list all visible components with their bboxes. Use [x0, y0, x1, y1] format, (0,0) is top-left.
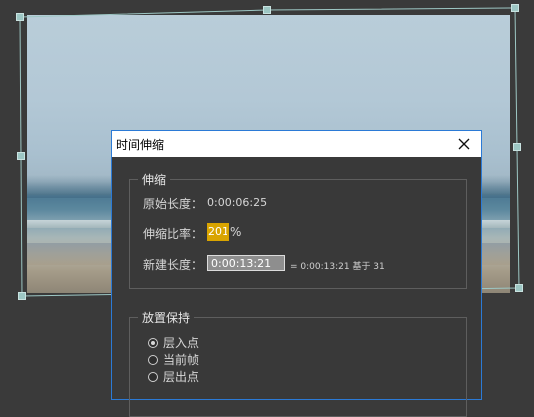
close-button[interactable] [447, 131, 481, 157]
original-duration-value: 0:00:06:25 [207, 196, 268, 209]
transform-handle-top-center[interactable] [263, 6, 271, 14]
new-duration-label: 新建长度： [143, 258, 204, 272]
transform-handle-bottom-right[interactable] [515, 284, 523, 292]
new-duration-info: = 0:00:13:21 基于 31 [290, 262, 385, 272]
dialog-titlebar[interactable]: 时间伸缩 [112, 131, 481, 157]
original-duration-label: 原始长度： [143, 197, 204, 211]
transform-handle-middle-left[interactable] [17, 152, 25, 160]
radio-current-frame-indicator[interactable] [148, 354, 158, 365]
radio-current-frame-label: 当前帧 [163, 353, 200, 367]
radio-layer-in-point-indicator[interactable] [148, 337, 158, 348]
time-stretch-dialog: 时间伸缩 伸缩 原始长度： 0:00:06:25 伸缩比率： % 新建长度： =… [111, 130, 482, 417]
transform-handle-top-right[interactable] [511, 4, 519, 12]
new-duration-input[interactable] [207, 255, 285, 271]
transform-handle-bottom-left[interactable] [18, 292, 26, 300]
stretch-factor-input[interactable] [207, 223, 229, 241]
radio-layer-in-point-label: 层入点 [163, 336, 200, 350]
radio-layer-out-point[interactable]: 层出点 [148, 368, 199, 385]
close-icon [458, 138, 470, 150]
stretch-factor-label: 伸缩比率： [143, 227, 204, 241]
radio-layer-out-point-indicator[interactable] [148, 371, 158, 382]
radio-current-frame[interactable]: 当前帧 [148, 351, 199, 368]
transform-handle-middle-right[interactable] [513, 143, 521, 151]
stretch-group-legend: 伸缩 [138, 171, 171, 188]
dialog-title: 时间伸缩 [116, 138, 165, 152]
transform-handle-top-left[interactable] [16, 13, 24, 21]
radio-layer-in-point[interactable]: 层入点 [148, 334, 199, 351]
radio-layer-out-point-label: 层出点 [163, 370, 200, 384]
stretch-factor-unit: % [230, 225, 242, 239]
hold-in-place-legend: 放置保持 [138, 309, 195, 326]
